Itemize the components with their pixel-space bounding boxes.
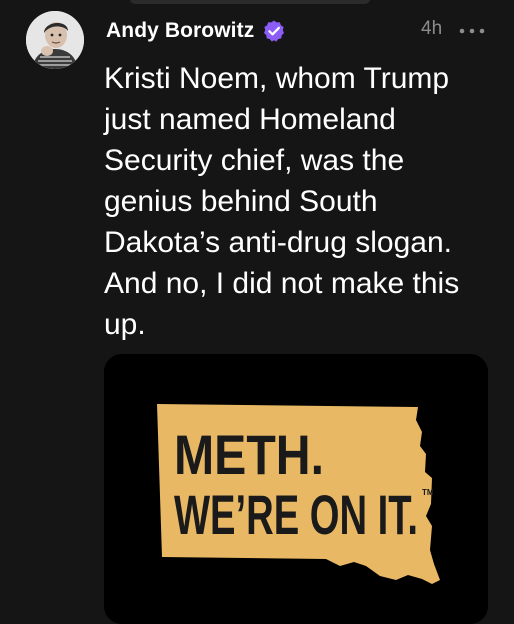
post-text: Kristi Noem, whom Trump just named Homel… [104,62,468,341]
more-options-icon[interactable] [457,20,487,42]
slogan-line-2: WE’RE ON IT. [174,483,418,546]
south-dakota-slogan-image: METH. WE’RE ON IT. TM [104,354,488,624]
previous-post-edge [130,0,370,4]
trademark-mark: TM [422,488,434,497]
post-image[interactable]: METH. WE’RE ON IT. TM [104,354,488,624]
author-name[interactable]: Andy Borowitz [106,19,254,43]
post-header: Andy Borowitz [106,14,286,48]
verified-badge-icon [262,19,286,43]
slogan-line-1: METH. [174,423,324,486]
post-timestamp: 4h [421,18,443,39]
avatar-photo [26,11,84,69]
author-avatar[interactable] [26,11,84,69]
